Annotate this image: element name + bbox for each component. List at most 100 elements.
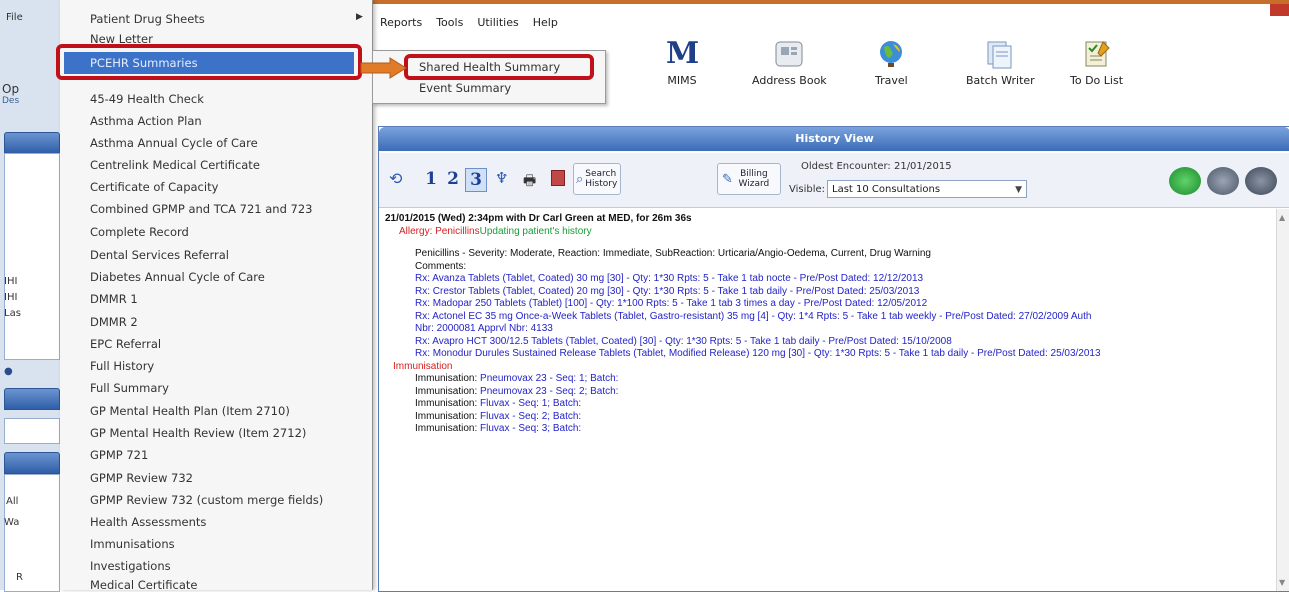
scroll-up-icon[interactable]: ▲ [1279,213,1285,222]
menu-item[interactable]: GPMP Review 732 [90,471,193,485]
left-fragment-icon: ● [4,366,13,377]
menu-item[interactable]: Asthma Annual Cycle of Care [90,136,258,150]
allergy-label: Allergy: [399,225,433,237]
menu-item[interactable]: 45-49 Health Check [90,92,204,106]
pause-icon[interactable] [1207,167,1239,195]
allergy-name: Penicillins [435,225,480,237]
history-view-toolbar: ⟲ 1 2 3 ♆ 🖶 ⌕ Search History ✎ Billing W… [379,153,1289,208]
history-view-scrollbar[interactable]: ▲ ▼ [1276,209,1289,591]
left-fragment-wa: Wa [4,517,20,528]
menu-item[interactable]: Full History [90,359,154,373]
toolbar-address-book-button[interactable]: Address Book [752,38,827,87]
highlight-box-shared-health [404,54,594,80]
left-panel-header [4,132,60,154]
menu-item[interactable]: Centrelink Medical Certificate [90,158,260,172]
menu-item[interactable]: DMMR 1 [90,292,138,306]
globe-icon [880,41,903,67]
search-history-button[interactable]: ⌕ Search History [573,163,621,195]
menu-item[interactable]: Dental Services Referral [90,248,229,262]
page-2-button[interactable]: 2 [443,168,463,190]
menu-bar: Reports Tools Utilities Help [370,8,558,36]
left-fragment-las: Las [4,308,21,319]
page-3-button[interactable]: 3 [465,168,487,192]
toolbar-travel-label: Travel [875,74,908,87]
left-fragment-r: R [16,572,23,583]
submenu-arrow-icon: ▶ [356,12,363,22]
play-icon[interactable] [1169,167,1201,195]
comments-label: Comments: [415,260,467,272]
left-panel-header-3 [4,452,60,474]
menu-item[interactable]: Immunisations [90,537,175,551]
toolbar-batch-writer-button[interactable]: Batch Writer [966,38,1035,87]
toolbar-address-book-label: Address Book [752,74,827,87]
prescription-line: Rx: Crestor Tablets (Tablet, Coated) 20 … [415,285,920,297]
menu-item[interactable]: GP Mental Health Plan (Item 2710) [90,404,290,418]
menu-help[interactable]: Help [533,16,558,29]
visible-label: Visible: [789,184,826,195]
chevron-down-icon: ▼ [1015,185,1022,195]
left-panel-header-2 [4,388,60,410]
file-menu[interactable]: File [6,12,23,23]
encounter-header: 21/01/2015 (Wed) 2:34pm with Dr Carl Gre… [385,213,692,224]
allergy-line: Allergy: PenicillinsUpdating patient's h… [385,226,1277,239]
delete-icon[interactable] [551,170,565,186]
menu-item-new-letter[interactable]: New Letter [90,32,153,43]
arrow-icon [360,57,407,79]
filter-icon[interactable]: ♆ [495,169,508,187]
history-view-title: History View [379,127,1289,151]
address-book-icon [775,41,803,67]
print-icon[interactable]: 🖶 [523,170,536,194]
stop-icon[interactable] [1245,167,1277,195]
oldest-encounter-text: Oldest Encounter: 21/01/2015 [801,161,952,172]
menu-item[interactable]: Full Summary [90,381,169,395]
left-fragment-des: Des [2,96,20,106]
search-icon: ⌕ [576,171,584,187]
scroll-down-icon[interactable]: ▼ [1279,578,1285,587]
immunisation-line: Immunisation: Pneumovax 23 - Seq: 2; Bat… [415,385,619,397]
menu-item[interactable]: Combined GPMP and TCA 721 and 723 [90,202,312,216]
menu-item[interactable]: DMMR 2 [90,315,138,329]
background-app-left-panel: File Op Des IHI IHI Las ● All Wa R [0,0,61,592]
menu-item-patient-drug-sheets[interactable]: Patient Drug Sheets [90,12,205,26]
submenu-item-event-summary[interactable]: Event Summary [419,81,511,95]
left-fragment-ihi-1: IHI [4,276,18,287]
menu-item[interactable]: Diabetes Annual Cycle of Care [90,270,265,284]
refresh-icon[interactable]: ⟲ [389,169,402,188]
toolbar-todo-list-button[interactable]: To Do List [1070,38,1123,87]
visible-dropdown[interactable]: Last 10 Consultations ▼ [827,180,1027,198]
toolbar-batch-writer-label: Batch Writer [966,74,1035,87]
menu-utilities[interactable]: Utilities [477,16,518,29]
menu-reports[interactable]: Reports [380,16,422,29]
allergy-detail: Penicillins - Severity: Moderate, Reacti… [415,248,931,259]
left-panel-field [4,418,60,444]
page-1-button[interactable]: 1 [421,168,441,190]
menu-item[interactable]: Complete Record [90,225,189,239]
window-close-corner[interactable] [1270,4,1289,16]
immunisation-line: Immunisation: Fluvax - Seq: 3; Batch: [415,423,582,434]
toolbar-travel-button[interactable]: Travel [875,38,908,87]
menu-tools[interactable]: Tools [436,16,463,29]
menu-item[interactable]: Certificate of Capacity [90,180,218,194]
prescription-line: Rx: Avapro HCT 300/12.5 Tablets (Tablet,… [415,335,952,347]
menu-item[interactable]: GP Mental Health Review (Item 2712) [90,426,306,440]
print-menu: Patient Drug Sheets ▶ New Letter PCEHR S… [60,0,373,592]
menu-item[interactable]: EPC Referral [90,337,161,351]
toolbar-mims-button[interactable]: M MIMS [666,38,699,88]
menu-item[interactable]: Investigations [90,559,171,573]
left-fragment-all: All [6,496,19,507]
left-fragment-ihi-2: IHI [4,292,18,303]
toolbar-todo-list-label: To Do List [1070,74,1124,87]
menu-item[interactable]: Asthma Action Plan [90,114,202,128]
immunisation-line: Immunisation: Fluvax - Seq: 2; Batch: [415,410,582,422]
allergy-status: Updating patient's history [479,225,592,237]
menu-item[interactable]: Health Assessments [90,515,206,529]
prescription-line: Rx: Actonel EC 35 mg Once-a-Week Tablets… [415,310,1092,322]
search-history-label: Search History [585,169,618,189]
menu-item[interactable]: GPMP Review 732 (custom merge fields) [90,493,323,507]
prescription-line: Rx: Avanza Tablets (Tablet, Coated) 30 m… [415,273,924,284]
left-fragment-op: Op [2,82,20,96]
billing-wizard-button[interactable]: ✎ Billing Wizard [717,163,781,195]
immunisation-heading: Immunisation [393,360,453,372]
menu-item[interactable]: GPMP 721 [90,448,148,462]
todo-list-icon [1085,41,1110,67]
